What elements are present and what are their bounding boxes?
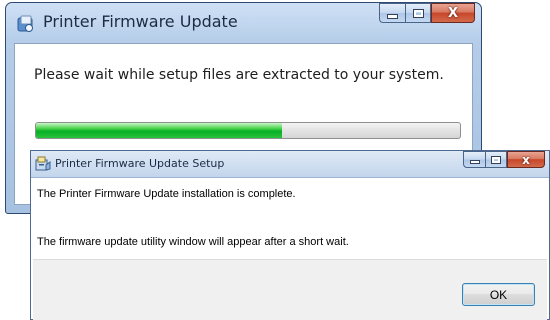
- wait-message: Please wait while setup files are extrac…: [34, 67, 444, 83]
- minimize-icon: [469, 160, 480, 164]
- extraction-progress-bar: [35, 122, 461, 139]
- dialog-maximize-button[interactable]: [485, 151, 507, 168]
- close-button[interactable]: X: [431, 3, 475, 23]
- maximize-button[interactable]: [405, 3, 431, 23]
- setup-app-icon: [17, 15, 33, 32]
- completion-message: The Printer Firmware Update installation…: [37, 188, 296, 200]
- wait-notice: The firmware update utility window will …: [37, 236, 349, 248]
- dialog-minimize-button[interactable]: [463, 151, 485, 168]
- close-icon: X: [447, 5, 459, 21]
- dialog-close-button[interactable]: x: [507, 151, 545, 168]
- ok-button[interactable]: OK: [462, 283, 535, 306]
- minimize-button[interactable]: [379, 3, 405, 23]
- dialog-footer: OK: [33, 259, 547, 320]
- minimize-icon: [387, 13, 398, 19]
- progress-fill: [36, 123, 282, 138]
- extract-window-titlebar[interactable]: Printer Firmware Update X: [6, 3, 481, 43]
- dialog-caption-buttons: x: [463, 151, 545, 168]
- close-icon: x: [522, 152, 530, 167]
- maximize-icon: [413, 9, 423, 17]
- maximize-icon: [492, 156, 500, 163]
- window-title: Printer Firmware Update: [43, 12, 238, 31]
- dialog-body: The Printer Firmware Update installation…: [33, 178, 547, 248]
- setup-complete-dialog: Printer Firmware Update Setup x The Prin…: [30, 150, 550, 320]
- installer-icon: [35, 156, 51, 171]
- dialog-title: Printer Firmware Update Setup: [55, 157, 225, 170]
- caption-buttons: X: [379, 3, 475, 23]
- dialog-titlebar[interactable]: Printer Firmware Update Setup x: [31, 151, 549, 178]
